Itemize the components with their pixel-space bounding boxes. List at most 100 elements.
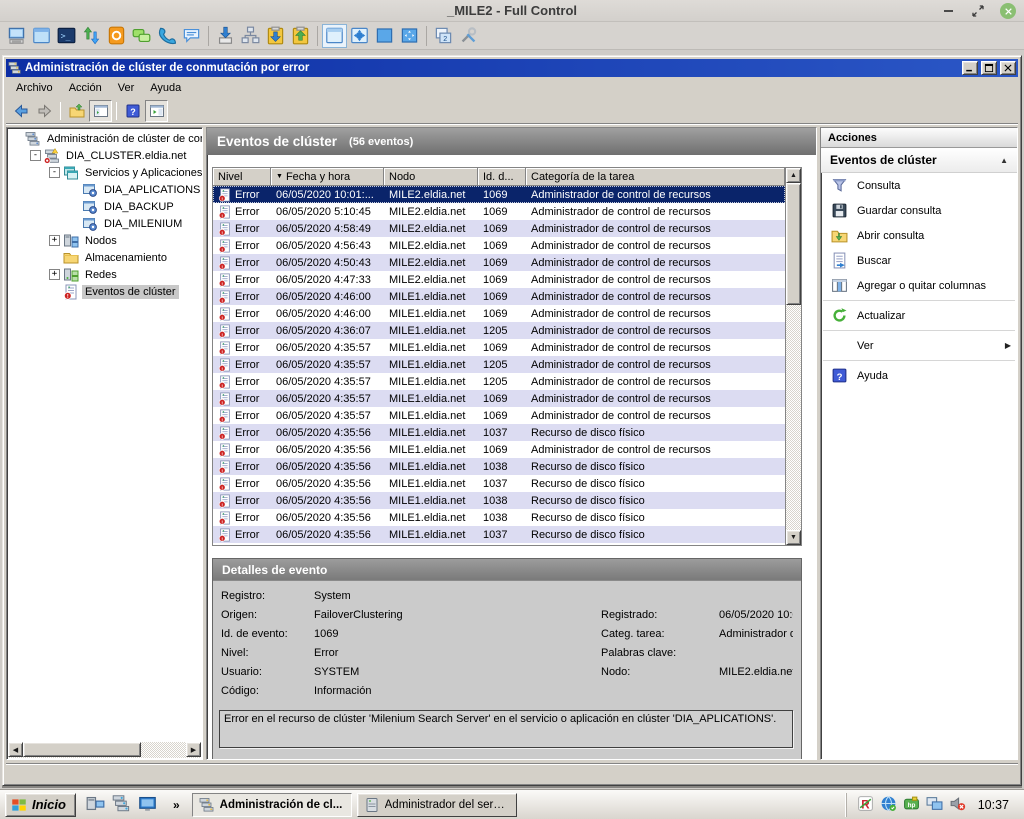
menu-ver[interactable]: Ver <box>110 79 143 97</box>
host-close-button[interactable] <box>1000 3 1016 19</box>
table-row[interactable]: !Error06/05/2020 4:35:56MILE1.eldia.net1… <box>213 441 785 458</box>
column-header-id-d[interactable]: Id. d... <box>478 168 526 186</box>
column-header-nodo[interactable]: Nodo <box>384 168 478 186</box>
task-administrador-del-servidor[interactable]: Administrador del servidor <box>357 793 517 817</box>
column-header-fecha-y-hora[interactable]: ▼Fecha y hora <box>271 168 384 186</box>
scroll-track[interactable] <box>786 305 801 530</box>
host-tool-file-download[interactable] <box>213 24 238 48</box>
table-vertical-scrollbar[interactable]: ▲ ▼ <box>785 168 801 545</box>
tree-item-nodos[interactable]: +Nodos <box>8 232 202 249</box>
tree-horizontal-scrollbar[interactable]: ◀ ▶ <box>8 742 201 758</box>
host-tool-phone[interactable] <box>154 24 179 48</box>
table-row[interactable]: !Error06/05/2020 4:46:00MILE1.eldia.net1… <box>213 305 785 322</box>
host-restore-button[interactable] <box>970 3 986 19</box>
table-row[interactable]: !Error06/05/2020 4:35:57MILE1.eldia.net1… <box>213 390 785 407</box>
table-row[interactable]: !Error06/05/2020 4:46:00MILE1.eldia.net1… <box>213 288 785 305</box>
tree-item-redes[interactable]: +Redes <box>8 266 202 283</box>
collapse-icon[interactable]: - <box>30 150 41 161</box>
toolbar-arrow-forward[interactable] <box>33 100 56 122</box>
host-tool-ctrl-alt-del[interactable] <box>104 24 129 48</box>
expand-icon[interactable]: + <box>49 269 60 280</box>
tree-item-servicios-y-aplicaciones[interactable]: -Servicios y Aplicaciones <box>8 164 202 181</box>
host-tool-window-solid[interactable] <box>372 24 397 48</box>
action-consulta[interactable]: Consulta <box>821 173 1017 198</box>
scroll-up-button[interactable]: ▲ <box>786 168 801 183</box>
table-row[interactable]: !Error06/05/2020 4:35:57MILE1.eldia.net1… <box>213 356 785 373</box>
toolbar-console-tree[interactable] <box>89 100 112 122</box>
table-row[interactable]: !Error06/05/2020 4:35:56MILE1.eldia.net1… <box>213 424 785 441</box>
scroll-thumb[interactable] <box>23 742 141 757</box>
tree-item-eventos-de-cl-ster[interactable]: !Eventos de clúster <box>8 283 202 300</box>
host-tool-window-normal[interactable] <box>322 24 347 48</box>
table-row[interactable]: !Error06/05/2020 4:35:56MILE1.eldia.net1… <box>213 458 785 475</box>
tree-item-dia-backup[interactable]: DIA_BACKUP <box>8 198 202 215</box>
host-tool-window-expand[interactable] <box>347 24 372 48</box>
collapse-arrow-icon[interactable]: ▲ <box>1000 156 1008 165</box>
menu-archivo[interactable]: Archivo <box>8 79 61 97</box>
action-ver[interactable]: Ver▶ <box>821 333 1017 358</box>
tree-item-dia-cluster-eldia-net[interactable]: -DIA_CLUSTER.eldia.net <box>8 147 202 164</box>
quick-launch-show-desktop[interactable] <box>138 794 157 816</box>
action-abrir-consulta[interactable]: Abrir consulta <box>821 223 1017 248</box>
app-close-button[interactable] <box>1000 61 1016 75</box>
table-row[interactable]: !Error06/05/2020 10:01:...MILE2.eldia.ne… <box>213 186 785 203</box>
host-tool-clipboard-down[interactable] <box>263 24 288 48</box>
table-row[interactable]: !Error06/05/2020 4:35:56MILE1.eldia.net1… <box>213 509 785 526</box>
table-row[interactable]: !Error06/05/2020 4:35:57MILE1.eldia.net1… <box>213 373 785 390</box>
tree-item-almacenamiento[interactable]: Almacenamiento <box>8 249 202 266</box>
host-tool-message-bubble[interactable] <box>179 24 204 48</box>
table-row[interactable]: !Error06/05/2020 4:35:56MILE1.eldia.net1… <box>213 526 785 543</box>
column-header-categor-a-de-la-tarea[interactable]: Categoría de la tarea <box>526 168 785 186</box>
host-tool-tools[interactable] <box>456 24 481 48</box>
task-administraci-n-de-cl[interactable]: Administración de cl... <box>192 793 352 817</box>
table-row[interactable]: !Error06/05/2020 4:35:56MILE1.eldia.net1… <box>213 492 785 509</box>
host-tool-clipboard-up[interactable] <box>288 24 313 48</box>
tree-item-administraci-n-de-cl-ster-de-conmu[interactable]: Administración de clúster de conmu <box>8 130 202 147</box>
table-row[interactable]: !Error06/05/2020 4:35:57MILE1.eldia.net1… <box>213 407 785 424</box>
host-tool-window-fit[interactable] <box>397 24 422 48</box>
action-actualizar[interactable]: Actualizar <box>821 303 1017 328</box>
tray-vnc-r[interactable]: R <box>857 795 874 815</box>
table-row[interactable]: !Error06/05/2020 4:56:43MILE2.eldia.net1… <box>213 237 785 254</box>
table-row[interactable]: !Error06/05/2020 5:10:45MILE2.eldia.net1… <box>213 203 785 220</box>
toolbar-help-blue[interactable]: ? <box>121 100 144 122</box>
scroll-thumb[interactable] <box>786 183 801 305</box>
host-tool-dual-window[interactable]: 2 <box>431 24 456 48</box>
scroll-left-button[interactable]: ◀ <box>8 742 23 757</box>
host-tool-chat-bubbles[interactable] <box>129 24 154 48</box>
scroll-right-button[interactable]: ▶ <box>186 742 201 757</box>
scroll-down-button[interactable]: ▼ <box>786 530 801 545</box>
table-row[interactable]: !Error06/05/2020 4:50:43MILE2.eldia.net1… <box>213 254 785 271</box>
host-tool-transfer-arrows[interactable] <box>79 24 104 48</box>
column-header-nivel[interactable]: Nivel <box>213 168 271 186</box>
action-guardar-consulta[interactable]: Guardar consulta <box>821 198 1017 223</box>
tray-network-globe[interactable] <box>880 795 897 815</box>
collapse-icon[interactable]: - <box>49 167 60 178</box>
quick-launch-cluster-servers[interactable] <box>112 794 131 816</box>
start-button[interactable]: Inicio <box>5 793 76 817</box>
actions-group-header[interactable]: Eventos de clúster ▲ <box>821 148 1017 173</box>
toolbar-export-folder[interactable] <box>65 100 88 122</box>
scroll-track[interactable] <box>141 742 186 758</box>
tree-item-dia-aplications[interactable]: DIA_APLICATIONS <box>8 181 202 198</box>
tray-volume-muted[interactable] <box>949 795 966 815</box>
table-row[interactable]: !Error06/05/2020 4:35:57MILE1.eldia.net1… <box>213 339 785 356</box>
quick-launch-server-remote[interactable] <box>86 794 105 816</box>
table-row[interactable]: !Error06/05/2020 4:35:56MILE1.eldia.net1… <box>213 475 785 492</box>
tree-item-dia-milenium[interactable]: DIA_MILENIUM <box>8 215 202 232</box>
toolbar-arrow-back[interactable] <box>9 100 32 122</box>
tray-network-monitor[interactable] <box>926 795 943 815</box>
table-row[interactable]: !Error06/05/2020 4:58:49MILE2.eldia.net1… <box>213 220 785 237</box>
toolbar-action-pane[interactable] <box>145 100 168 122</box>
expand-icon[interactable]: + <box>49 235 60 246</box>
app-maximize-button[interactable] <box>981 61 997 75</box>
action-buscar[interactable]: Buscar <box>821 248 1017 273</box>
table-row[interactable]: !Error06/05/2020 4:36:07MILE1.eldia.net1… <box>213 322 785 339</box>
quick-launch-overflow[interactable]: » <box>167 798 186 812</box>
host-tool-network-nodes[interactable] <box>238 24 263 48</box>
host-tool-terminal[interactable]: >_ <box>54 24 79 48</box>
table-row[interactable]: !Error06/05/2020 4:47:33MILE2.eldia.net1… <box>213 271 785 288</box>
host-minimize-button[interactable] <box>940 3 956 19</box>
action-agregar-o-quitar-columnas[interactable]: Agregar o quitar columnas <box>821 273 1017 298</box>
tray-hp-agent[interactable]: hp <box>903 795 920 815</box>
